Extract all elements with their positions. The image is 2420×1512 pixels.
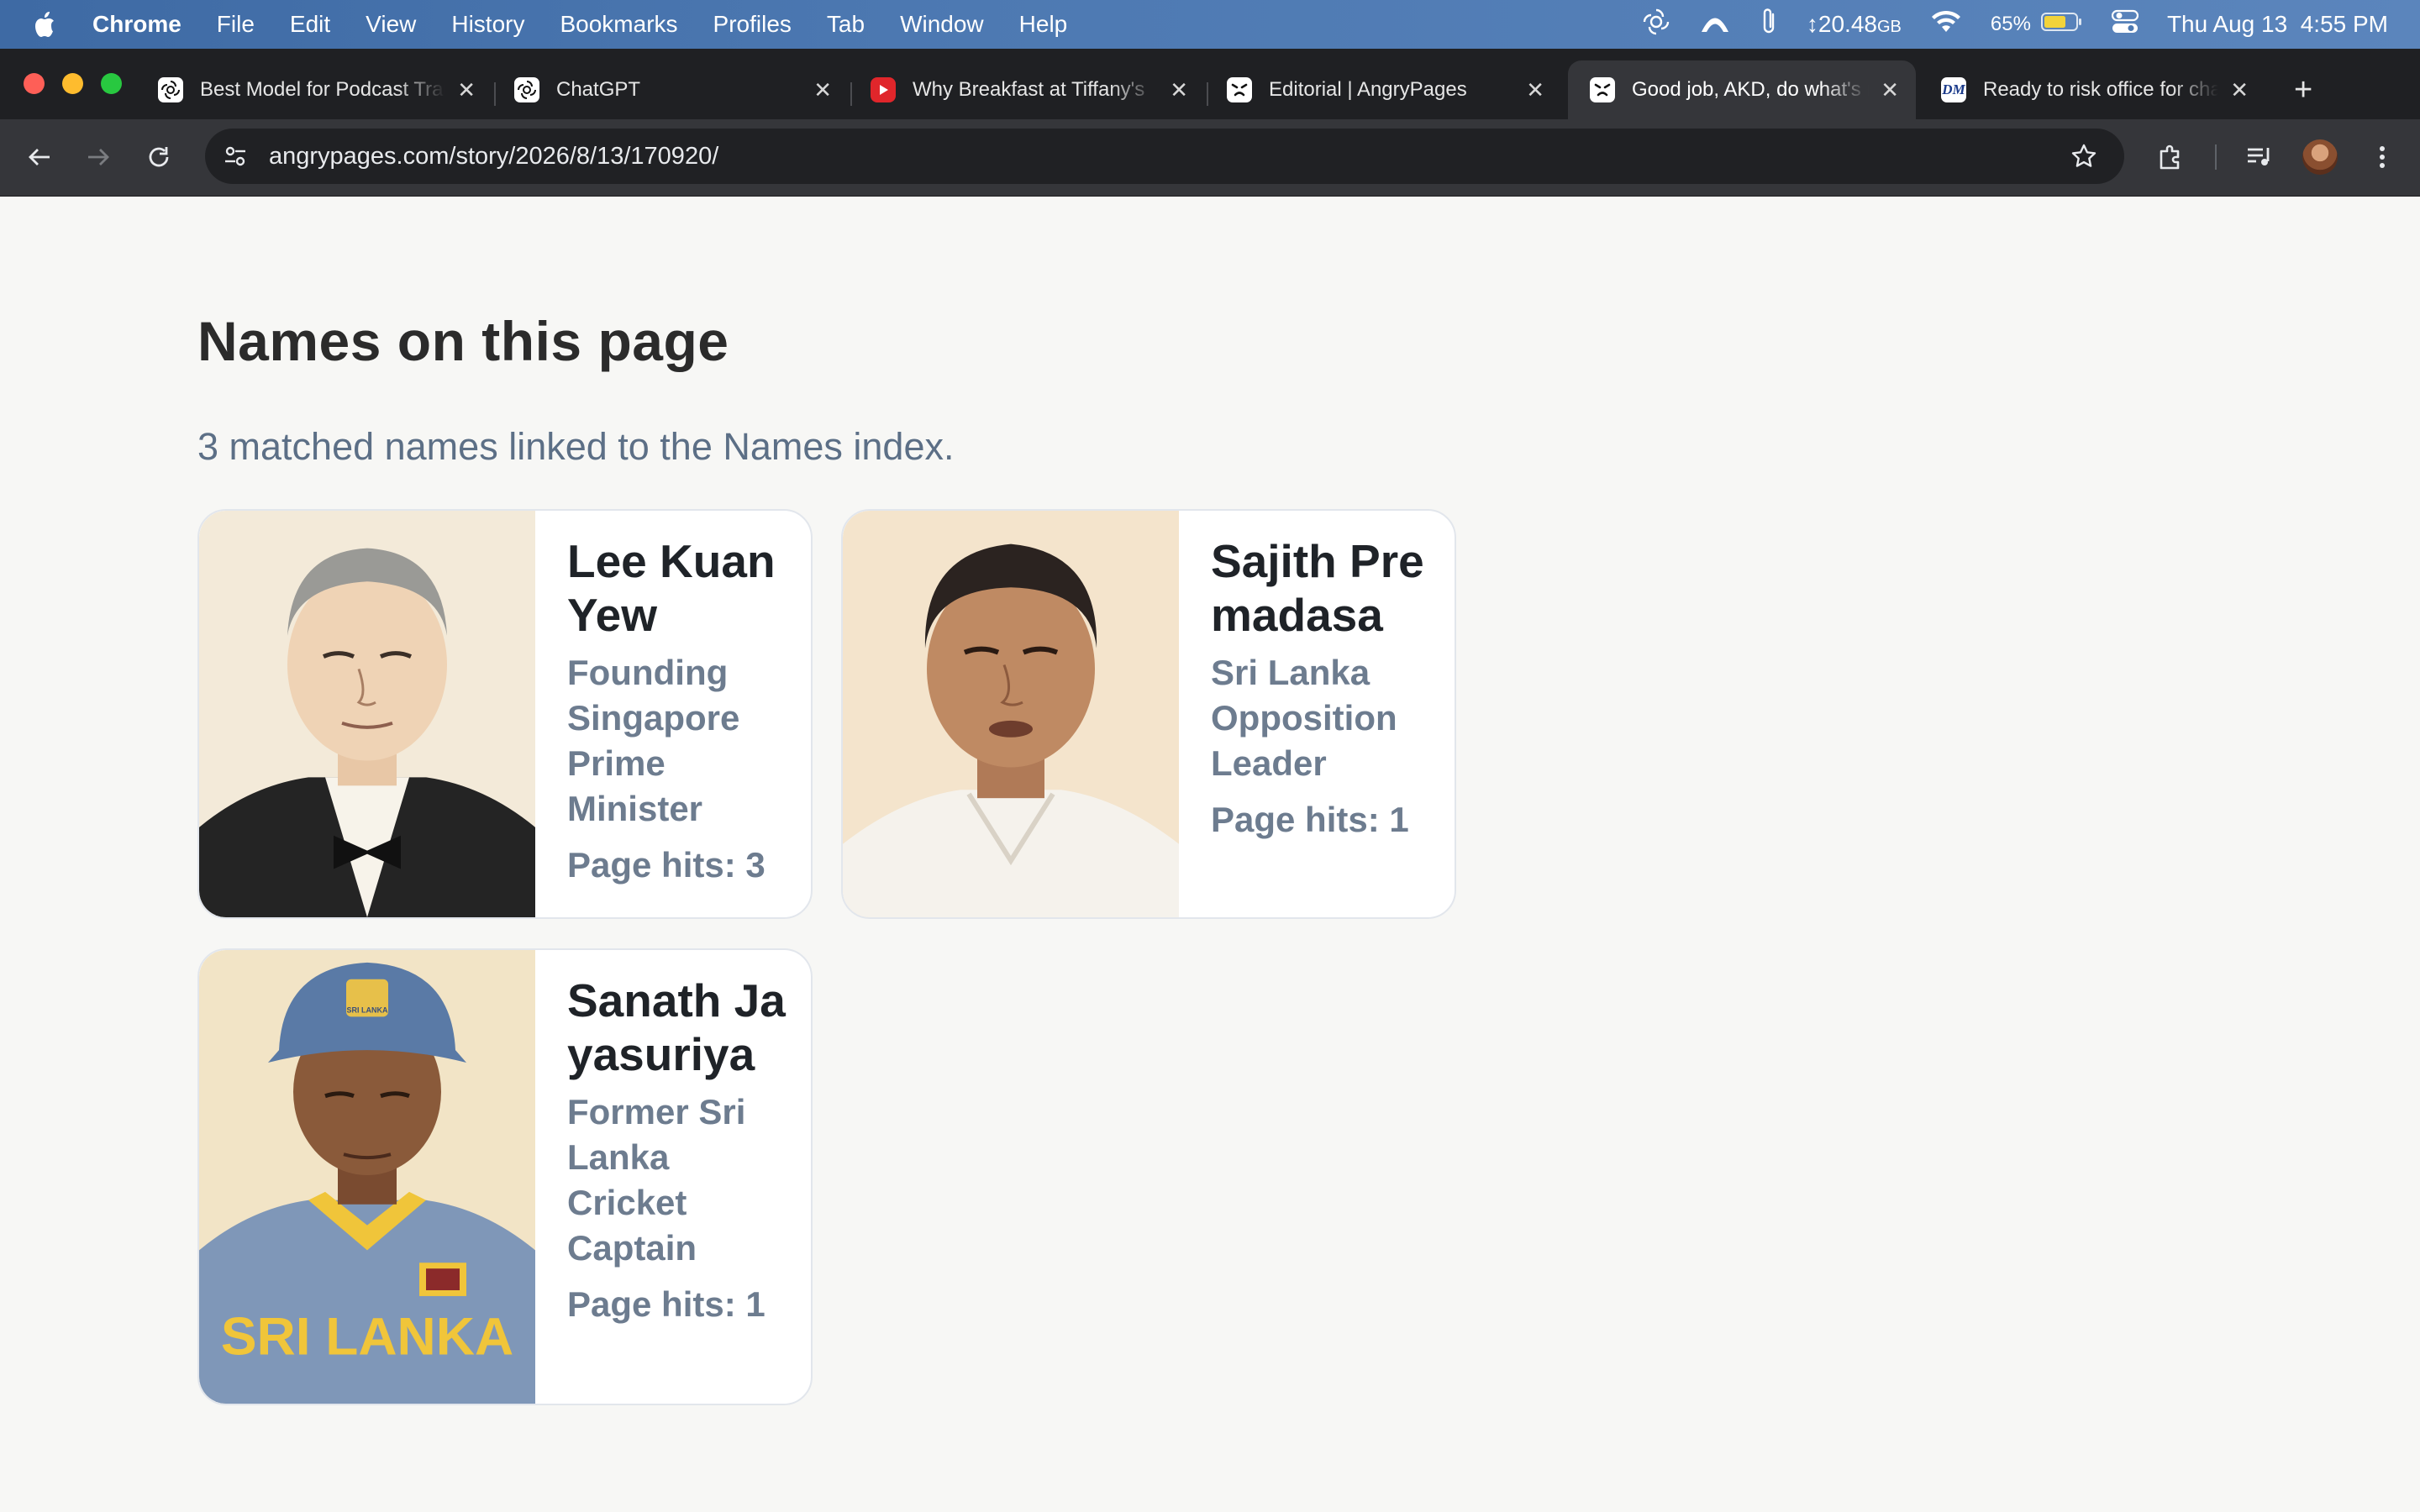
url-text[interactable]: angrypages.com/story/2026/8/13/170920/ — [269, 143, 718, 171]
person-portrait-image[interactable] — [843, 511, 1179, 917]
page-hits-count: Page hits: 3 — [567, 845, 765, 885]
person-card-lee-kuan-yew[interactable]: Lee Kuan Yew Founding Singapore Prime Mi… — [197, 509, 813, 919]
zoom-window-button[interactable] — [101, 73, 122, 94]
menu-bookmarks[interactable]: Bookmarks — [560, 11, 677, 38]
new-tab-plus-icon[interactable]: + — [2294, 74, 2312, 106]
person-role: Sri Lanka Opposition Leader — [1211, 653, 1397, 783]
paperclip-icon[interactable] — [1760, 8, 1778, 42]
control-center-icon[interactable] — [2111, 9, 2139, 40]
page-hits-count: Page hits: 1 — [1211, 800, 1409, 839]
menu-file[interactable]: File — [217, 11, 255, 38]
person-portrait-image[interactable] — [199, 511, 535, 917]
menu-edit[interactable]: Edit — [290, 11, 330, 38]
tab-close-icon[interactable]: ✕ — [1170, 77, 1188, 103]
tab-close-icon[interactable]: ✕ — [457, 77, 476, 103]
menu-help[interactable]: Help — [1019, 11, 1068, 38]
storage-unit: GB — [1876, 18, 1902, 36]
tab-title: ChatGPT — [556, 78, 641, 101]
menu-app-name[interactable]: Chrome — [92, 11, 182, 38]
menu-tab[interactable]: Tab — [827, 11, 865, 38]
tab-title: Ready to risk office for change — [1983, 78, 2219, 101]
page-title: Names on this page — [197, 310, 729, 372]
jersey-text: SRI LANKA — [221, 1306, 513, 1367]
back-arrow-icon[interactable] — [20, 138, 59, 176]
tab-ready-to-risk-office[interactable]: DM Ready to risk office for change ✕ — [1919, 60, 2265, 119]
minimize-window-button[interactable] — [62, 73, 83, 94]
person-name[interactable]: Sanath Jayasuriya — [567, 974, 791, 1081]
menu-profiles[interactable]: Profiles — [713, 11, 792, 38]
battery-icon[interactable] — [2040, 11, 2083, 38]
browser-toolbar: angrypages.com/story/2026/8/13/170920/ — [0, 119, 2420, 197]
chrome-menu-icon[interactable] — [2363, 138, 2402, 176]
openai-status-icon[interactable] — [1642, 8, 1670, 42]
portrait-lee-kuan-yew — [199, 511, 535, 917]
openai-icon — [158, 77, 183, 102]
extensions-icon[interactable] — [2151, 138, 2190, 176]
tab-close-icon[interactable]: ✕ — [2230, 77, 2249, 103]
tab-editorial-angrypages[interactable]: Editorial | AngryPages ✕ — [1205, 60, 1561, 119]
person-info: Lee Kuan Yew Founding Singapore Prime Mi… — [535, 511, 811, 917]
tab-good-job-akd[interactable]: Good job, AKD, do what's right ✕ — [1568, 60, 1916, 119]
menu-window[interactable]: Window — [900, 11, 984, 38]
macos-menu-bar: Chrome File Edit View History Bookmarks … — [0, 0, 2420, 49]
person-info: Sajith Premadasa Sri Lanka Opposition Le… — [1179, 511, 1455, 917]
openai-icon — [514, 77, 539, 102]
site-info-icon[interactable] — [218, 139, 252, 173]
toolbar-divider — [2215, 144, 2217, 170]
angrypages-icon — [1590, 77, 1615, 102]
youtube-icon — [871, 77, 896, 102]
person-portrait-image[interactable]: SRI LANKA SRI LANKA — [199, 950, 535, 1404]
tab-title: Best Model for Podcast Transcription — [200, 78, 445, 101]
tab-title: Why Breakfast at Tiffany's — [913, 78, 1145, 101]
person-info: Sanath Jayasuriya Former Sri Lanka Crick… — [535, 950, 811, 1404]
tab-best-model[interactable]: Best Model for Podcast Transcription ✕ — [136, 60, 492, 119]
forward-arrow-icon[interactable] — [79, 138, 118, 176]
person-name[interactable]: Lee Kuan Yew — [567, 534, 791, 642]
tab-title: Editorial | AngryPages — [1269, 78, 1467, 101]
tab-close-icon[interactable]: ✕ — [1881, 77, 1899, 103]
tab-strip: Best Model for Podcast Transcription ✕ C… — [0, 49, 2420, 119]
close-window-button[interactable] — [24, 73, 45, 94]
storage-value: 20.48 — [1818, 11, 1877, 37]
window-controls — [24, 73, 139, 94]
storage-arrows-icon: ↕ — [1806, 11, 1818, 37]
arc-status-icon[interactable] — [1699, 9, 1731, 40]
battery-percent: 65% — [1990, 13, 2031, 35]
wifi-icon[interactable] — [1930, 9, 1962, 40]
avatar — [2302, 139, 2338, 175]
profile-avatar[interactable] — [2301, 138, 2339, 176]
person-role: Former Sri Lanka Cricket Captain — [567, 1092, 746, 1268]
tab-close-icon[interactable]: ✕ — [1526, 77, 1544, 103]
person-name[interactable]: Sajith Premadasa — [1211, 534, 1434, 642]
menubar-clock[interactable]: Thu Aug 13 4:55 PM — [2167, 11, 2388, 38]
apple-icon[interactable] — [34, 10, 59, 39]
portrait-sajith-premadasa — [843, 511, 1179, 917]
portrait-sanath-jayasuriya: SRI LANKA SRI LANKA — [199, 950, 535, 1404]
tab-breakfast-tiffanys[interactable]: Why Breakfast at Tiffany's ✕ — [849, 60, 1205, 119]
menu-view[interactable]: View — [366, 11, 416, 38]
tab-chatgpt[interactable]: ChatGPT ✕ — [492, 60, 849, 119]
storage-indicator[interactable]: ↕20.48GB — [1807, 11, 1902, 38]
person-role: Founding Singapore Prime Minister — [567, 653, 740, 828]
tab-title: Good job, AKD, do what's right — [1632, 78, 1869, 101]
dm-icon: DM — [1941, 77, 1966, 102]
bookmark-star-icon[interactable] — [2067, 139, 2101, 173]
cap-text: SRI LANKA — [347, 1005, 388, 1014]
person-card-sanath-jayasuriya[interactable]: SRI LANKA SRI LANKA Sanath Jayasuriya Fo… — [197, 948, 813, 1405]
menu-history[interactable]: History — [451, 11, 524, 38]
web-page-content: Names on this page 3 matched names linke… — [0, 197, 2420, 1512]
address-bar[interactable]: angrypages.com/story/2026/8/13/170920/ — [205, 129, 2124, 184]
person-card-sajith-premadasa[interactable]: Sajith Premadasa Sri Lanka Opposition Le… — [841, 509, 1456, 919]
page-subtitle: 3 matched names linked to the Names inde… — [197, 425, 955, 468]
reload-icon[interactable] — [139, 138, 178, 176]
angrypages-icon — [1227, 77, 1252, 102]
tab-close-icon[interactable]: ✕ — [813, 77, 832, 103]
media-controls-icon[interactable] — [2240, 138, 2279, 176]
page-hits-count: Page hits: 1 — [567, 1284, 765, 1324]
